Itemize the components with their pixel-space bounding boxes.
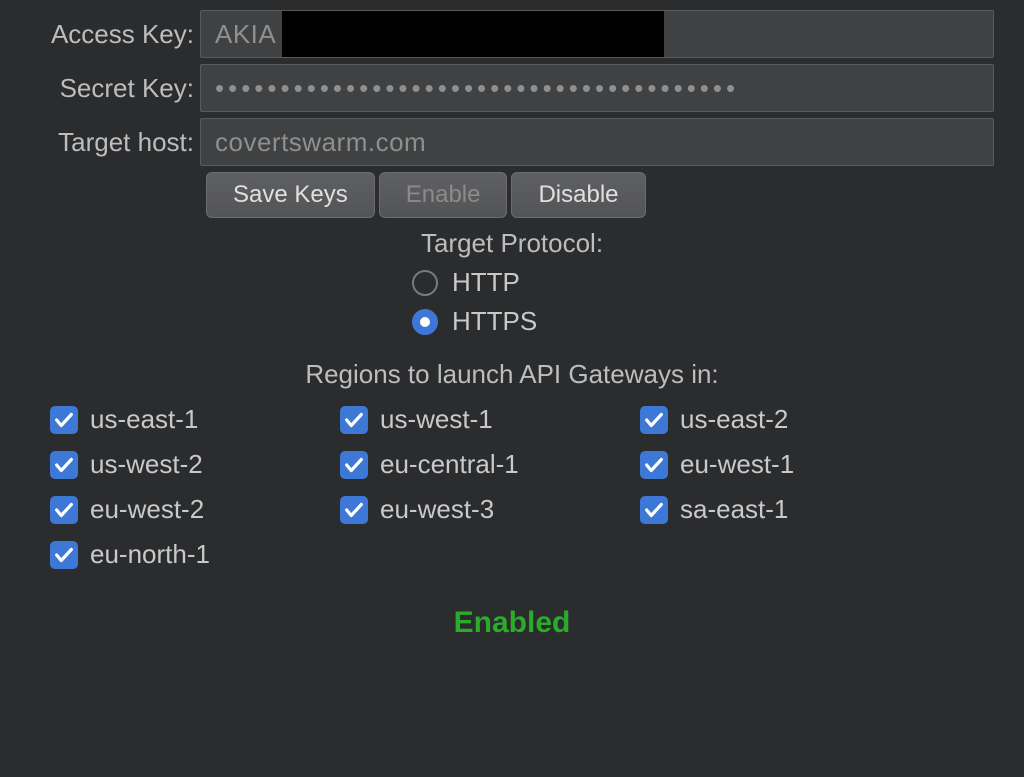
region-checkbox-eu-west-3[interactable]: eu-west-3 [340, 494, 620, 525]
checkbox-icon [640, 406, 668, 434]
access-key-input-wrap [200, 10, 994, 58]
checkbox-icon [50, 451, 78, 479]
secret-key-row: Secret Key: [30, 64, 994, 112]
region-checkbox-eu-west-2[interactable]: eu-west-2 [50, 494, 320, 525]
access-key-label: Access Key: [30, 19, 200, 50]
target-host-row: Target host: [30, 118, 994, 166]
region-label: us-west-1 [380, 404, 493, 435]
checkbox-icon [640, 451, 668, 479]
checkbox-icon [50, 406, 78, 434]
secret-key-input[interactable] [200, 64, 994, 112]
region-label: eu-west-3 [380, 494, 494, 525]
region-checkbox-us-east-2[interactable]: us-east-2 [640, 404, 900, 435]
region-checkbox-eu-central-1[interactable]: eu-central-1 [340, 449, 620, 480]
checkbox-icon [640, 496, 668, 524]
region-label: sa-east-1 [680, 494, 788, 525]
protocol-http-radio[interactable]: HTTP [412, 267, 612, 298]
region-label: eu-west-1 [680, 449, 794, 480]
region-checkbox-sa-east-1[interactable]: sa-east-1 [640, 494, 900, 525]
settings-panel: Access Key: Secret Key: Target host: Sav… [0, 0, 1024, 640]
region-checkbox-us-east-1[interactable]: us-east-1 [50, 404, 320, 435]
status-label: Enabled [30, 606, 994, 640]
protocol-https-radio[interactable]: HTTPS [412, 306, 612, 337]
region-checkbox-us-west-1[interactable]: us-west-1 [340, 404, 620, 435]
region-label: eu-west-2 [90, 494, 204, 525]
checkbox-icon [50, 541, 78, 569]
region-label: eu-central-1 [380, 449, 519, 480]
region-label: eu-north-1 [90, 539, 210, 570]
disable-button[interactable]: Disable [511, 172, 645, 218]
checkbox-icon [50, 496, 78, 524]
button-row: Save Keys Enable Disable [206, 172, 994, 218]
protocol-http-label: HTTP [452, 267, 520, 298]
checkbox-icon [340, 406, 368, 434]
protocol-https-label: HTTPS [452, 306, 537, 337]
save-keys-button[interactable]: Save Keys [206, 172, 375, 218]
access-key-input[interactable] [200, 10, 994, 58]
checkbox-icon [340, 496, 368, 524]
regions-grid: us-east-1 us-west-1 us-east-2 us-west-2 eu-c… [50, 404, 974, 570]
region-checkbox-eu-north-1[interactable]: eu-north-1 [50, 539, 320, 570]
target-host-input[interactable] [200, 118, 994, 166]
radio-icon [412, 309, 438, 335]
access-key-row: Access Key: [30, 10, 994, 58]
enable-button[interactable]: Enable [379, 172, 508, 218]
secret-key-label: Secret Key: [30, 73, 200, 104]
region-checkbox-us-west-2[interactable]: us-west-2 [50, 449, 320, 480]
region-label: us-east-2 [680, 404, 788, 435]
target-host-label: Target host: [30, 127, 200, 158]
region-label: us-east-1 [90, 404, 198, 435]
protocol-title: Target Protocol: [30, 228, 994, 259]
regions-title: Regions to launch API Gateways in: [30, 359, 994, 390]
region-label: us-west-2 [90, 449, 203, 480]
checkbox-icon [340, 451, 368, 479]
radio-icon [412, 270, 438, 296]
region-checkbox-eu-west-1[interactable]: eu-west-1 [640, 449, 900, 480]
protocol-radio-group: HTTP HTTPS [412, 267, 612, 337]
